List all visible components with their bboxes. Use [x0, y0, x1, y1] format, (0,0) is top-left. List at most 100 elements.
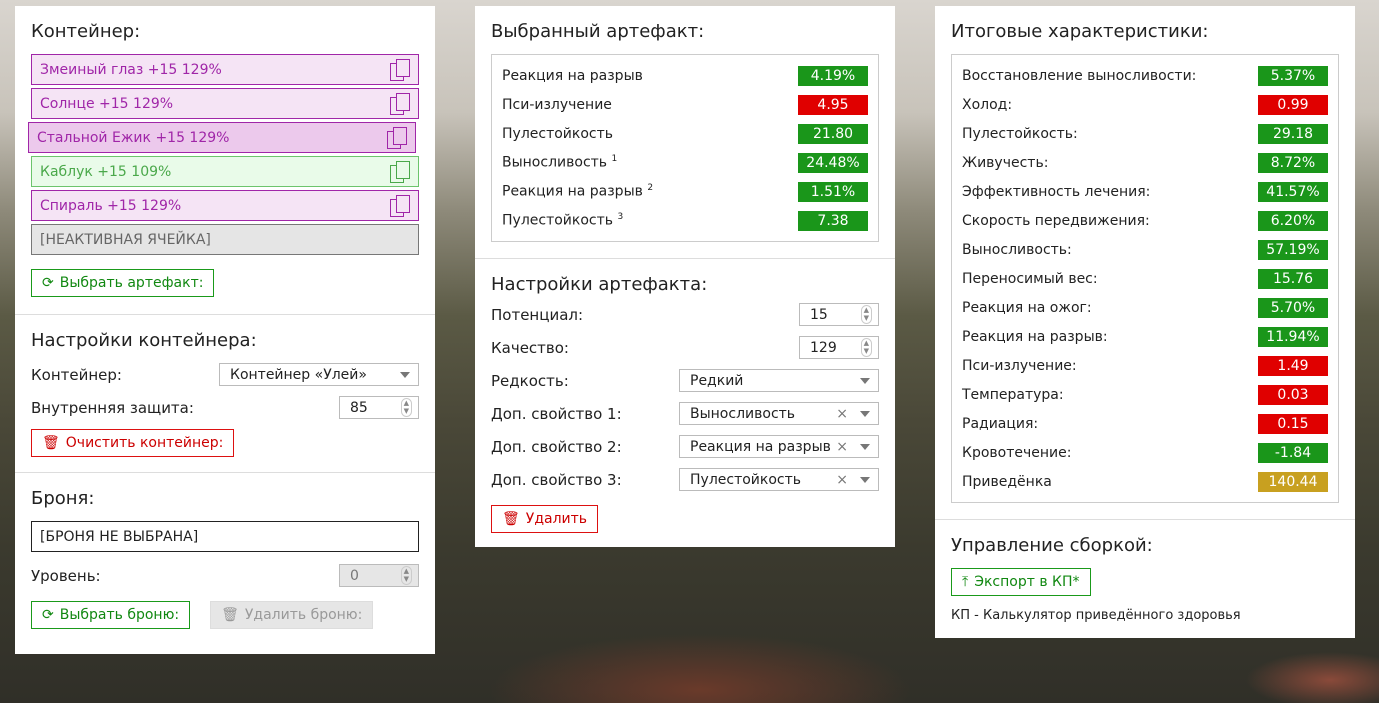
trash-icon: 🗑 [42, 435, 60, 451]
build-title: Управление сборкой: [951, 535, 1153, 556]
clear-icon[interactable]: × [836, 472, 848, 488]
artifact-stat-value: 1.51% [798, 181, 868, 202]
chevron-down-icon [860, 476, 870, 483]
select-armor-label: Выбрать броню: [59, 607, 180, 623]
left-panel: Контейнер: Змеиный глаз +15 129% Солнце … [15, 6, 435, 654]
clear-container-button[interactable]: 🗑 Очистить контейнер: [31, 429, 235, 457]
rarity-value: Редкий [690, 372, 744, 389]
artifact-settings-title: Настройки артефакта: [491, 274, 708, 295]
clear-icon[interactable]: × [836, 439, 848, 455]
build-section: Управление сборкой: ⤒ Экспорт в КП* КП -… [935, 519, 1355, 639]
potential-row: Потенциал: 15 ▲ ▼ [491, 303, 879, 326]
stepper-icon[interactable]: ▲ ▼ [860, 338, 872, 357]
total-stat-value: 0.15 [1258, 413, 1328, 434]
extra2-select[interactable]: Реакция на разрыв × [679, 435, 879, 458]
total-stat-value: 41.57% [1258, 181, 1328, 202]
armor-value: [БРОНЯ НЕ ВЫБРАНА] [40, 528, 199, 545]
chevron-down-icon [860, 377, 870, 384]
select-artifact-button[interactable]: ⟳ Выбрать артефакт: [31, 269, 215, 297]
container-slot-5[interactable]: Спираль +15 129% [31, 190, 419, 221]
upload-icon: ⤒ [962, 574, 969, 590]
copy-icon[interactable] [390, 160, 410, 183]
copy-icon[interactable] [390, 92, 410, 115]
quality-row: Качество: 129 ▲ ▼ [491, 336, 879, 359]
container-type-label: Контейнер: [31, 365, 122, 384]
total-stat-value: 0.99 [1258, 94, 1328, 115]
copy-icon[interactable] [390, 58, 410, 81]
slot-label: Спираль +15 129% [40, 197, 182, 214]
quality-value: 129 [810, 339, 837, 356]
total-stat-name: Реакция на ожог: [962, 299, 1092, 316]
armor-level-row: Уровень: 0 ▲ ▼ [31, 564, 419, 587]
selected-artifact-stats: Реакция на разрыв 4.19% Пси-излучение 4.… [491, 54, 879, 242]
total-stat-row: Эффективность лечения: 41.57% [962, 177, 1328, 206]
total-stat-name: Кровотечение: [962, 444, 1072, 461]
container-type-value: Контейнер «Улей» [230, 366, 367, 383]
select-artifact-label: Выбрать артефакт: [59, 275, 204, 291]
potential-input[interactable]: 15 ▲ ▼ [799, 303, 879, 326]
rarity-select[interactable]: Редкий [679, 369, 879, 392]
total-stat-value: 1.49 [1258, 355, 1328, 376]
quality-input[interactable]: 129 ▲ ▼ [799, 336, 879, 359]
clear-container-label: Очистить контейнер: [65, 435, 224, 451]
remove-armor-button: 🗑 Удалить броню: [210, 601, 374, 629]
totals-title: Итоговые характеристики: [951, 21, 1209, 42]
container-slot-4[interactable]: Каблук +15 109% [31, 156, 419, 187]
extra1-label: Доп. свойство 1: [491, 404, 622, 423]
export-button[interactable]: ⤒ Экспорт в КП* [951, 568, 1091, 596]
container-title: Контейнер: [31, 21, 141, 42]
potential-value: 15 [810, 306, 828, 323]
armor-level-input: 0 ▲ ▼ [339, 564, 419, 587]
extra3-row: Доп. свойство 3: Пулестойкость × [491, 468, 879, 491]
total-stat-name: Переносимый вес: [962, 270, 1098, 287]
artifact-settings-section: Настройки артефакта: Потенциал: 15 ▲ ▼ Ка… [475, 258, 895, 549]
container-slot-2[interactable]: Солнце +15 129% [31, 88, 419, 119]
rarity-label: Редкость: [491, 371, 569, 390]
artifact-stat-name: Реакция на разрыв [502, 67, 643, 84]
total-stat-row: Скорость передвижения: 6.20% [962, 206, 1328, 235]
right-panel: Итоговые характеристики: Восстановление … [935, 6, 1355, 638]
rarity-row: Редкость: Редкий [491, 369, 879, 392]
stepper-icon[interactable]: ▲ ▼ [860, 305, 872, 324]
total-stat-name: Пулестойкость: [962, 125, 1078, 142]
artifact-stat-value: 24.48% [798, 152, 868, 173]
container-slot-1[interactable]: Змеиный глаз +15 129% [31, 54, 419, 85]
total-stat-row: Пулестойкость: 29.18 [962, 119, 1328, 148]
container-settings-title: Настройки контейнера: [31, 330, 257, 351]
copy-icon[interactable] [387, 126, 407, 149]
total-stat-name: Реакция на разрыв: [962, 328, 1108, 345]
extra1-select[interactable]: Выносливость × [679, 402, 879, 425]
protection-label: Внутренняя защита: [31, 398, 194, 417]
clear-icon[interactable]: × [836, 406, 848, 422]
total-stat-row: Реакция на ожог: 5.70% [962, 293, 1328, 322]
container-section: Контейнер: Змеиный глаз +15 129% Солнце … [15, 6, 435, 314]
total-stat-name: Выносливость: [962, 241, 1072, 258]
container-type-select[interactable]: Контейнер «Улей» [219, 363, 419, 386]
stepper-icon: ▲ ▼ [400, 566, 412, 585]
total-stat-row: Переносимый вес: 15.76 [962, 264, 1328, 293]
protection-input[interactable]: 85 ▲ ▼ [339, 396, 419, 419]
chevron-down-icon [860, 443, 870, 450]
container-slot-3[interactable]: Стальной Ежик +15 129% [28, 122, 416, 153]
stepper-icon[interactable]: ▲ ▼ [400, 398, 412, 417]
total-stat-row: Реакция на разрыв: 11.94% [962, 322, 1328, 351]
refresh-icon: ⟳ [42, 275, 54, 291]
chevron-down-icon [400, 371, 410, 378]
artifact-stat-value: 4.95 [798, 94, 868, 115]
protection-value: 85 [350, 399, 368, 416]
delete-artifact-button[interactable]: 🗑 Удалить [491, 505, 599, 533]
artifact-stat-value: 21.80 [798, 123, 868, 144]
armor-field[interactable]: [БРОНЯ НЕ ВЫБРАНА] [31, 521, 419, 552]
total-stat-name: Скорость передвижения: [962, 212, 1150, 229]
extra3-label: Доп. свойство 3: [491, 470, 622, 489]
armor-level-value: 0 [350, 567, 359, 584]
total-stat-value: 5.70% [1258, 297, 1328, 318]
artifact-stat-row: Пси-излучение 4.95 [502, 90, 868, 119]
artifact-stat-row: Выносливость 1 24.48% [502, 148, 868, 177]
select-armor-button[interactable]: ⟳ Выбрать броню: [31, 601, 191, 629]
slot-label: Солнце +15 129% [40, 95, 174, 112]
extra3-select[interactable]: Пулестойкость × [679, 468, 879, 491]
extra2-value: Реакция на разрыв [690, 438, 831, 455]
copy-icon[interactable] [390, 194, 410, 217]
total-stat-value: 0.03 [1258, 384, 1328, 405]
